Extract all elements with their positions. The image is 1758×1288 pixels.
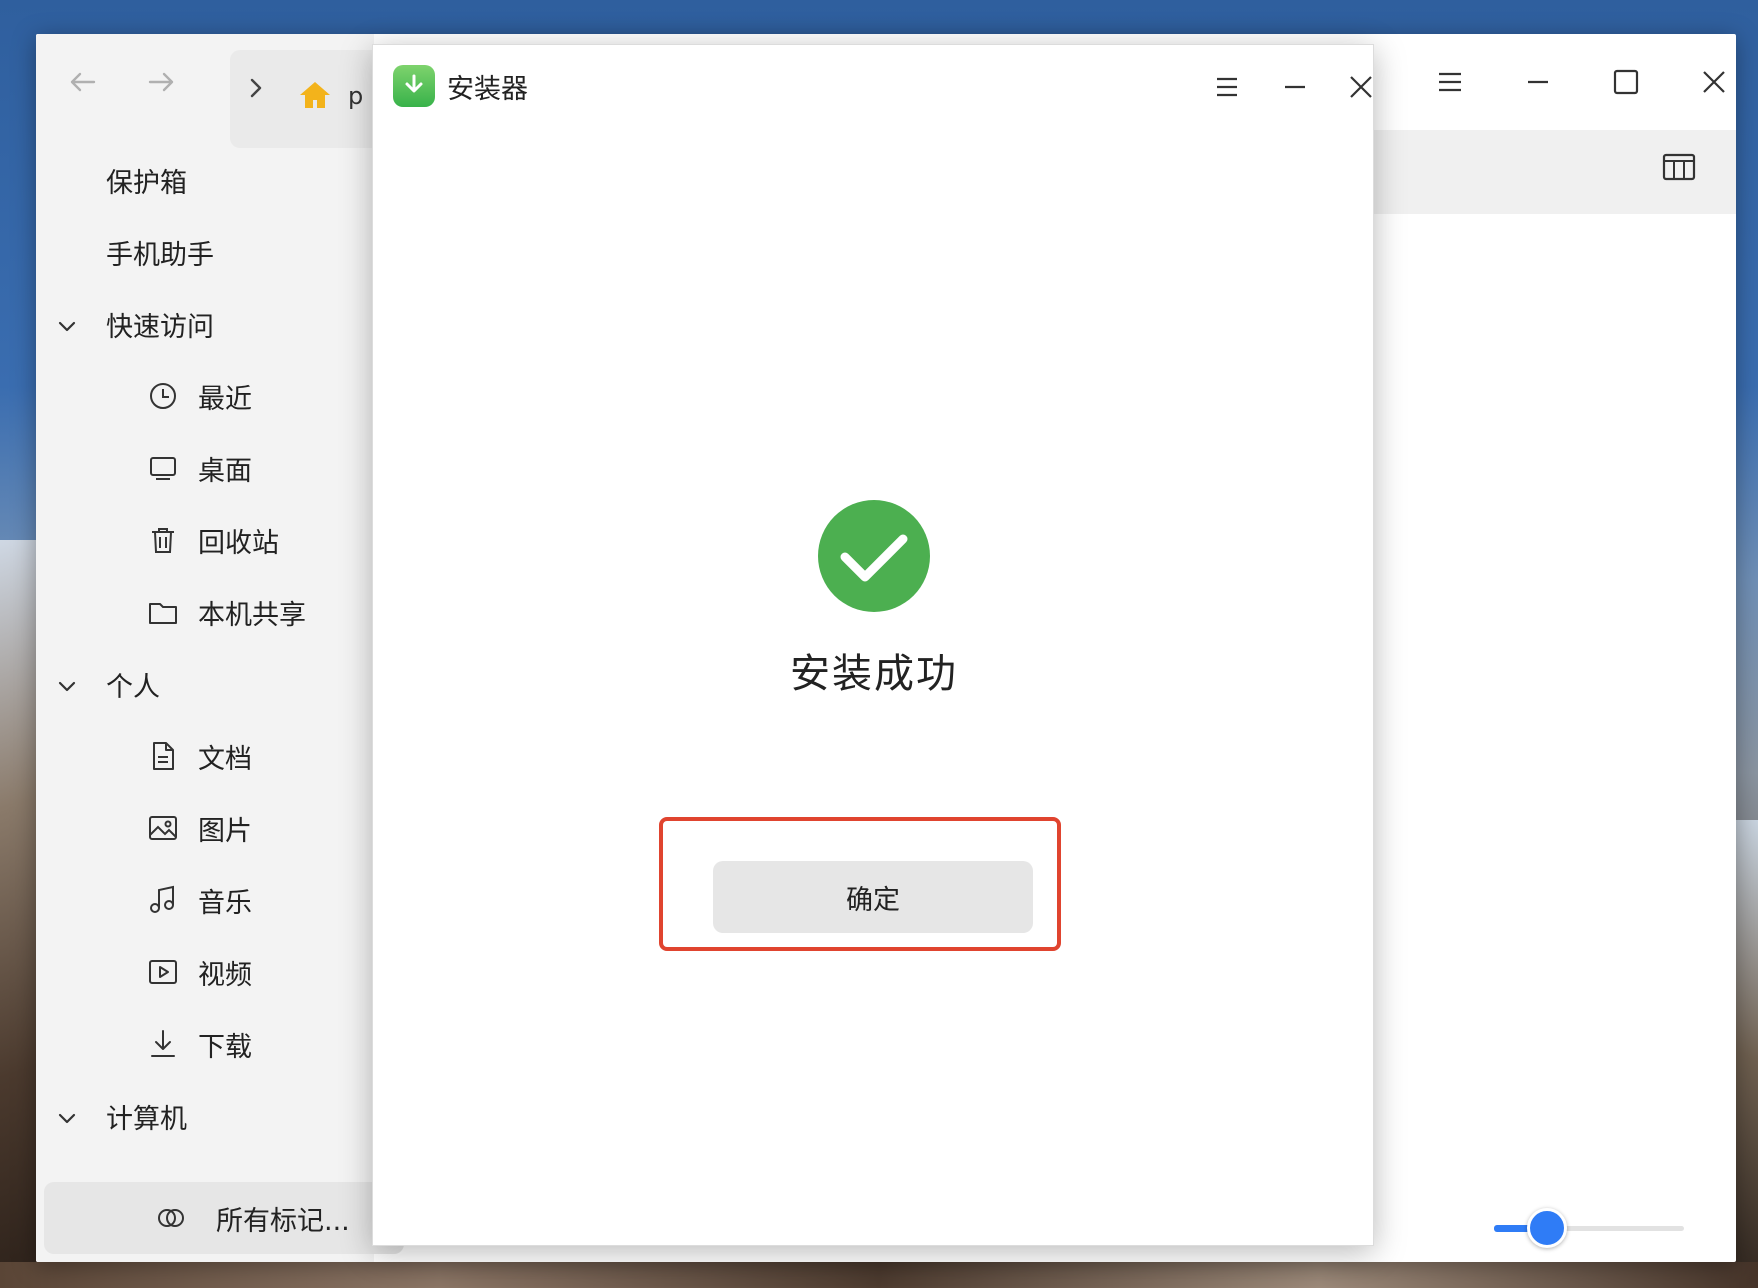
forward-arrow-icon[interactable]	[144, 70, 180, 98]
desktop-background-bottom	[0, 1262, 1758, 1288]
sidebar-item-label: 所有标记...	[216, 1205, 350, 1237]
sidebar-item-label: 本机共享	[198, 599, 306, 631]
menu-icon[interactable]	[1207, 67, 1247, 107]
music-icon	[146, 883, 180, 917]
close-icon[interactable]	[1696, 64, 1732, 100]
chevron-down-icon[interactable]	[56, 313, 78, 335]
nav-arrows	[64, 70, 180, 98]
sidebar-item[interactable]: 手机助手	[36, 216, 374, 288]
column-view-icon[interactable]	[1662, 152, 1698, 186]
sidebar-item-label: 个人	[106, 671, 160, 703]
home-icon[interactable]	[298, 80, 332, 110]
close-icon[interactable]	[1341, 67, 1381, 107]
install-status-text: 安装成功	[790, 651, 958, 697]
sidebar-item-label: 视频	[198, 959, 252, 991]
sidebar-item[interactable]: 桌面	[36, 432, 374, 504]
trash-icon	[146, 523, 180, 557]
back-arrow-icon[interactable]	[64, 70, 100, 98]
sidebar-item-label: 下载	[198, 1031, 252, 1063]
sidebar-item[interactable]: 快速访问	[36, 288, 374, 360]
sidebar-item-label: 手机助手	[106, 239, 214, 271]
sidebar-item-label: 桌面	[198, 455, 252, 487]
sidebar-item-label: 快速访问	[106, 311, 214, 343]
sidebar-item[interactable]: 个人	[36, 648, 374, 720]
confirm-button[interactable]: 确定	[713, 861, 1033, 933]
installer-app-icon	[393, 65, 435, 107]
slider-handle[interactable]	[1527, 1208, 1568, 1248]
chevron-down-icon[interactable]	[56, 673, 78, 695]
sidebar-item-label: 文档	[198, 743, 252, 775]
sidebar-item[interactable]: 计算机	[36, 1080, 374, 1152]
image-icon	[146, 811, 180, 845]
tags-icon	[154, 1201, 188, 1235]
folder-icon	[146, 595, 180, 629]
sidebar-list: 保护箱手机助手快速访问最近桌面回收站本机共享个人文档图片音乐视频下载计算机	[36, 144, 374, 1152]
download-icon	[146, 1027, 180, 1061]
video-icon	[146, 955, 180, 989]
sidebar-item[interactable]: 最近	[36, 360, 374, 432]
menu-icon[interactable]	[1432, 64, 1468, 100]
sidebar-item[interactable]: 本机共享	[36, 576, 374, 648]
sidebar-item-label: 保护箱	[106, 167, 187, 199]
sidebar-item-label: 回收站	[198, 527, 279, 559]
sidebar-item-label: 图片	[198, 815, 252, 847]
installer-dialog: 安装器 安装成功 确定	[372, 44, 1374, 1246]
success-check-icon	[817, 499, 931, 613]
zoom-slider[interactable]	[1494, 1208, 1684, 1248]
minimize-icon[interactable]	[1275, 67, 1315, 107]
sidebar-item[interactable]: 保护箱	[36, 144, 374, 216]
sidebar: p 保护箱 手机助手 快速访问 最近 桌面 回收站 本机共享 个人 文档 图片 音乐 视频 下载 计算机 …	[36, 34, 410, 1262]
dialog-title-bar: 安装器	[393, 63, 528, 109]
sidebar-item-label: 音乐	[198, 887, 252, 919]
sidebar-item-label: 最近	[198, 383, 252, 415]
sidebar-item[interactable]: 图片	[36, 792, 374, 864]
document-icon	[146, 739, 180, 773]
sidebar-item-all-tags[interactable]: 所有标记...	[44, 1182, 404, 1254]
sidebar-item[interactable]: 音乐	[36, 864, 374, 936]
chevron-down-icon[interactable]	[56, 1105, 78, 1127]
dialog-title: 安装器	[447, 73, 528, 105]
sidebar-item[interactable]: 下载	[36, 1008, 374, 1080]
sidebar-item[interactable]: 回收站	[36, 504, 374, 576]
breadcrumb-current[interactable]: p	[348, 82, 363, 110]
maximize-icon[interactable]	[1608, 64, 1644, 100]
sidebar-item[interactable]: 视频	[36, 936, 374, 1008]
chevron-right-icon[interactable]	[248, 76, 264, 106]
clock-icon	[146, 379, 180, 413]
desktop-icon	[146, 451, 180, 485]
sidebar-item[interactable]: 文档	[36, 720, 374, 792]
window-controls	[1396, 34, 1736, 130]
sidebar-item-label: 计算机	[106, 1103, 187, 1135]
minimize-icon[interactable]	[1520, 64, 1556, 100]
